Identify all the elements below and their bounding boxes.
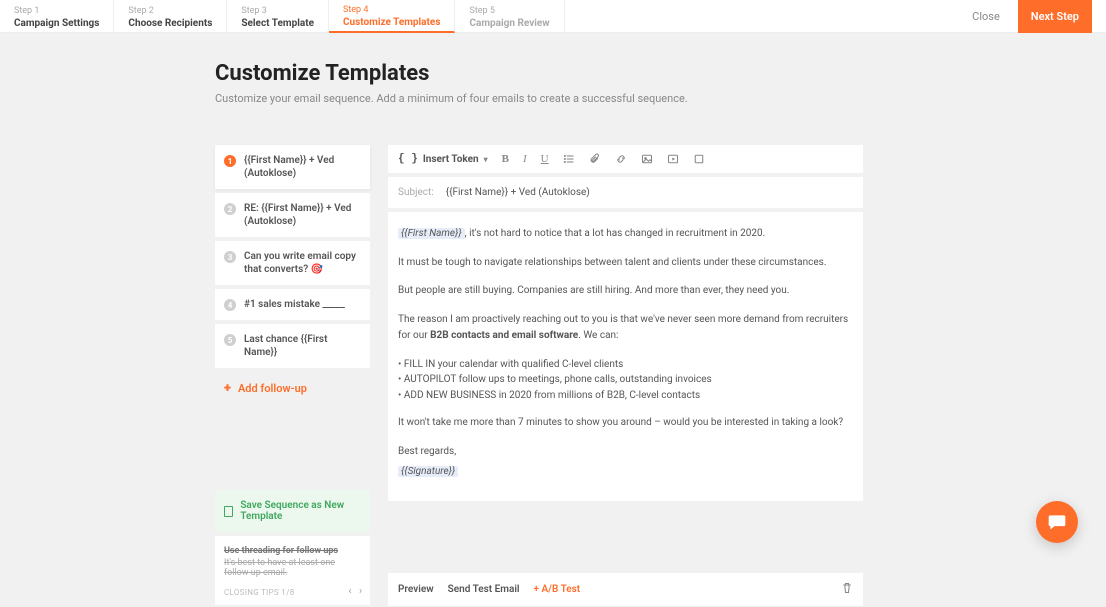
email-badge: 4 <box>224 299 236 311</box>
email-title: Can you write email copy that converts? … <box>244 250 361 276</box>
video-icon[interactable] <box>667 153 679 165</box>
email-title: Last chance {{First Name}} <box>244 333 361 359</box>
save-sequence-label: Save Sequence as New Template <box>240 500 361 522</box>
step-select-template[interactable]: Step 3 Select Template <box>227 0 329 32</box>
plus-icon: + <box>224 381 231 396</box>
body-line-4: The reason I am proactively reaching out… <box>398 312 853 345</box>
subject-label: Subject: <box>398 187 434 198</box>
bullet-2: • AUTOPILOT follow ups to meetings, phon… <box>398 372 853 388</box>
first-name-token: {{First Name}} <box>398 228 465 239</box>
tip-title: Use threading for follow ups <box>224 546 361 556</box>
add-follow-up-label: Add follow-up <box>238 382 307 395</box>
step-number: Step 2 <box>128 6 212 17</box>
trash-icon <box>841 582 853 594</box>
bold-button[interactable]: B <box>502 153 509 165</box>
step-title: Campaign Settings <box>14 17 99 30</box>
stepbar-spacer <box>565 0 955 32</box>
editor-toolbar: { } Insert Token ▾ B I U <box>388 145 863 173</box>
email-editor: { } Insert Token ▾ B I U Subject: {{Firs… <box>388 145 863 606</box>
step-title: Customize Templates <box>343 16 440 29</box>
add-follow-up-button[interactable]: + Add follow-up <box>215 372 370 405</box>
subject-row[interactable]: Subject: {{First Name}} + Ved (Autoklose… <box>388 177 863 208</box>
chat-launcher[interactable] <box>1036 501 1078 543</box>
main-layout: 1 {{First Name}} + Ved (Autoklose) 2 RE:… <box>0 105 1106 606</box>
tip-nav: ‹ › <box>343 586 362 597</box>
italic-button[interactable]: I <box>523 153 527 165</box>
insert-token-label: Insert Token <box>423 154 479 165</box>
signature-token: {{Signature}} <box>398 466 458 477</box>
chat-icon <box>1047 512 1067 532</box>
email-title: #1 sales mistake _____ <box>244 298 345 311</box>
wizard-stepbar: Step 1 Campaign Settings Step 2 Choose R… <box>0 0 1106 33</box>
underline-button[interactable]: U <box>541 153 549 165</box>
email-item-2[interactable]: 2 RE: {{First Name}} + Ved (Autoklose) <box>215 193 370 237</box>
body-line-1: {{First Name}}, it's not hard to notice … <box>398 226 853 243</box>
subject-value: {{First Name}} + Ved (Autoklose) <box>446 187 590 198</box>
page-header: Customize Templates Customize your email… <box>0 33 1106 105</box>
body-line-5: It won't take me more than 7 minutes to … <box>398 415 853 432</box>
image-icon[interactable] <box>641 153 653 165</box>
email-title: {{First Name}} + Ved (Autoklose) <box>244 154 361 180</box>
save-sequence-button[interactable]: Save Sequence as New Template <box>215 490 370 532</box>
email-badge: 1 <box>224 155 236 167</box>
preview-button[interactable]: Preview <box>398 584 434 595</box>
editor-footer: Preview Send Test Email + A/B Test <box>388 573 863 606</box>
step-title: Choose Recipients <box>128 17 212 30</box>
email-badge: 2 <box>224 203 236 215</box>
body-line-1-text: , it's not hard to notice that a lot has… <box>465 228 766 239</box>
body-line-4b: B2B contacts and email software <box>430 330 578 341</box>
braces-icon: { } <box>398 153 418 165</box>
delete-button[interactable] <box>841 582 853 597</box>
page-subtitle: Customize your email sequence. Add a min… <box>215 92 1106 105</box>
insert-token-button[interactable]: { } Insert Token ▾ <box>398 153 488 165</box>
tip-next-button[interactable]: › <box>359 586 362 597</box>
body-line-2: It must be tough to navigate relationshi… <box>398 255 853 272</box>
send-test-email-button[interactable]: Send Test Email <box>448 584 520 595</box>
body-line-4c: . We can: <box>578 330 618 341</box>
step-number: Step 4 <box>343 5 440 16</box>
step-campaign-settings[interactable]: Step 1 Campaign Settings <box>0 0 114 32</box>
email-badge: 3 <box>224 251 236 263</box>
formatting-tools: B I U <box>502 153 705 165</box>
page-title: Customize Templates <box>215 61 1106 86</box>
list-icon[interactable] <box>563 153 575 165</box>
step-campaign-review[interactable]: Step 5 Campaign Review <box>455 0 564 32</box>
close-button[interactable]: Close <box>954 10 1018 23</box>
email-item-1[interactable]: 1 {{First Name}} + Ved (Autoklose) <box>215 145 370 189</box>
body-bullets: • FILL IN your calendar with qualified C… <box>398 357 853 404</box>
email-item-5[interactable]: 5 Last chance {{First Name}} <box>215 324 370 368</box>
bullet-3: • ADD NEW BUSINESS in 2020 from millions… <box>398 388 853 404</box>
email-badge: 5 <box>224 334 236 346</box>
attachment-icon[interactable] <box>589 153 601 165</box>
step-customize-templates[interactable]: Step 4 Customize Templates <box>329 0 455 33</box>
save-icon <box>224 506 233 517</box>
step-number: Step 3 <box>241 6 314 17</box>
canvas-icon[interactable] <box>693 153 705 165</box>
email-title: RE: {{First Name}} + Ved (Autoklose) <box>244 202 361 228</box>
closing-tip-box: Use threading for follow ups It's best t… <box>215 536 370 605</box>
email-item-3[interactable]: 3 Can you write email copy that converts… <box>215 241 370 285</box>
step-number: Step 5 <box>469 6 549 17</box>
step-choose-recipients[interactable]: Step 2 Choose Recipients <box>114 0 227 32</box>
chevron-down-icon: ▾ <box>484 155 488 164</box>
link-icon[interactable] <box>615 153 627 165</box>
tip-body: It's best to have at least one follow up… <box>224 558 361 578</box>
tip-prev-button[interactable]: ‹ <box>348 586 351 597</box>
bullet-1: • FILL IN your calendar with qualified C… <box>398 357 853 373</box>
email-list-sidebar: 1 {{First Name}} + Ved (Autoklose) 2 RE:… <box>215 145 370 605</box>
step-number: Step 1 <box>14 6 99 17</box>
next-step-button[interactable]: Next Step <box>1018 0 1092 33</box>
body-line-3: But people are still buying. Companies a… <box>398 283 853 300</box>
email-item-4[interactable]: 4 #1 sales mistake _____ <box>215 289 370 320</box>
body-line-6: Best regards, <box>398 444 853 461</box>
step-title: Select Template <box>241 17 314 30</box>
tip-pager: CLOSING TIPS 1/8 <box>224 588 361 597</box>
step-title: Campaign Review <box>469 17 549 30</box>
email-body-editor[interactable]: {{First Name}}, it's not hard to notice … <box>388 212 863 501</box>
ab-test-button[interactable]: + A/B Test <box>534 584 581 595</box>
